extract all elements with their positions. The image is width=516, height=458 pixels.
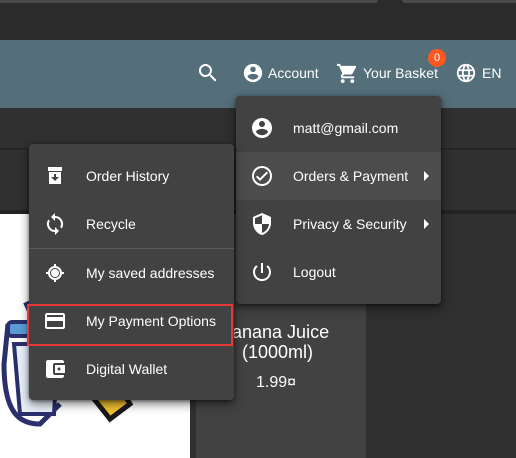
language-button[interactable]: EN <box>455 61 501 85</box>
check-circle-icon <box>252 166 272 186</box>
archive-icon <box>48 167 62 184</box>
menu-item-label: Logout <box>293 264 336 280</box>
menu-item-privacy-security[interactable]: Privacy & Security <box>236 200 441 248</box>
language-label: EN <box>482 65 502 81</box>
account-menu: matt@gmail.com Orders & Payment Privacy … <box>236 96 441 304</box>
location-icon <box>46 264 64 282</box>
submenu-arrow-icon <box>424 219 429 229</box>
globe-icon <box>456 63 476 83</box>
menu-item-order-history[interactable]: Order History <box>29 152 234 200</box>
power-icon <box>253 263 271 282</box>
account-label: Account <box>268 65 319 81</box>
menu-item-orders-payment[interactable]: Orders & Payment <box>236 152 441 200</box>
search-icon <box>198 64 217 82</box>
menu-item-label: Orders & Payment <box>293 168 409 184</box>
top-strip-bar <box>0 0 378 3</box>
shopping-cart-icon <box>336 63 357 83</box>
menu-item-label: Recycle <box>86 216 136 232</box>
product-price: 1.99¤ <box>256 374 297 391</box>
account-button[interactable]: Account <box>242 61 319 85</box>
menu-item-logout[interactable]: Logout <box>236 248 441 296</box>
account-circle-icon <box>243 63 263 83</box>
basket-button[interactable]: Your Basket <box>336 61 438 85</box>
menu-item-label: matt@gmail.com <box>293 120 399 136</box>
top-strip <box>0 0 516 40</box>
basket-label: Your Basket <box>363 65 438 81</box>
highlight-box <box>27 304 233 346</box>
basket-count-badge: 0 <box>428 49 446 67</box>
account-circle-icon <box>252 118 272 138</box>
menu-item-label: Order History <box>86 168 170 184</box>
product-name-line: (1000ml) <box>242 342 314 362</box>
menu-item-label: Digital Wallet <box>86 361 168 377</box>
menu-item-digital-wallet[interactable]: Digital Wallet <box>29 345 234 393</box>
menu-item-label: Privacy & Security <box>293 216 407 232</box>
shield-icon <box>253 213 271 235</box>
recycle-icon <box>46 213 64 235</box>
orders-payment-submenu: Order History Recycle My saved addresses… <box>29 144 234 400</box>
wallet-icon <box>46 360 65 378</box>
menu-item-email[interactable]: matt@gmail.com <box>236 104 441 152</box>
menu-item-label: My saved addresses <box>86 265 215 281</box>
search-button[interactable] <box>196 61 220 85</box>
menu-item-recycle[interactable]: Recycle <box>29 200 234 248</box>
top-strip-bar <box>402 0 516 3</box>
product-name-line: anana Juice <box>232 322 330 342</box>
menu-item-saved-addresses[interactable]: My saved addresses <box>29 249 234 297</box>
submenu-arrow-icon <box>424 171 429 181</box>
